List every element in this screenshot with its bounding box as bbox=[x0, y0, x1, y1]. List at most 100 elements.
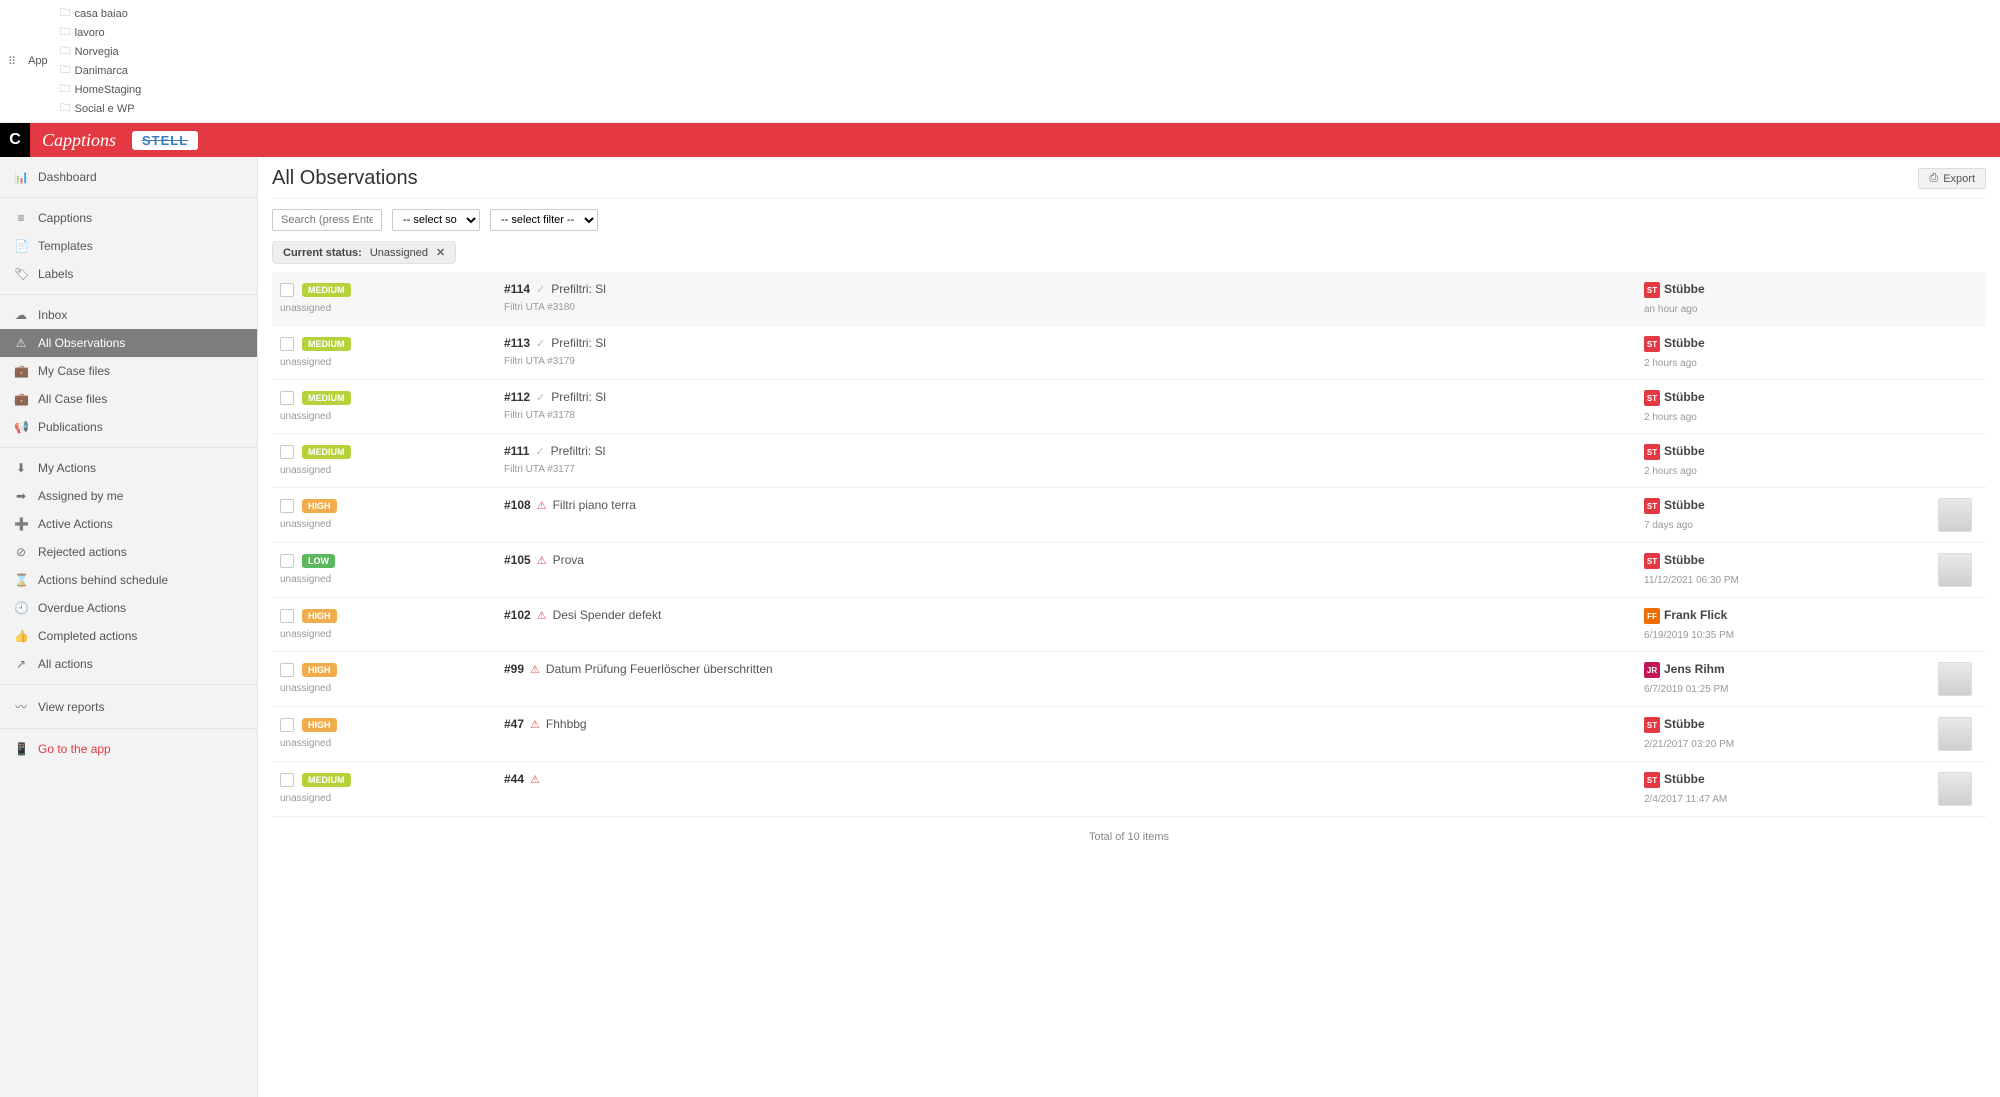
observation-id: #113 bbox=[504, 336, 530, 350]
sidebar-item-rejected-actions[interactable]: ⊘Rejected actions bbox=[0, 538, 257, 566]
observation-row[interactable]: HIGHunassigned#102⚠Desi Spender defektFF… bbox=[272, 598, 1986, 652]
author-name: Stübbe bbox=[1664, 282, 1705, 296]
author-avatar: ST bbox=[1644, 444, 1660, 460]
observation-row[interactable]: MEDIUMunassigned#111✓Prefiltri: SlFiltri… bbox=[272, 434, 1986, 488]
export-button[interactable]: ⎙ Export bbox=[1918, 168, 1986, 189]
nav-icon: ☁ bbox=[14, 308, 28, 322]
bookmark-folder[interactable]: 🗀 lavoro bbox=[60, 23, 142, 42]
observation-row[interactable]: LOWunassigned#105⚠ProvaSTStübbe11/12/202… bbox=[272, 543, 1986, 598]
thumbnail[interactable] bbox=[1938, 772, 1972, 806]
assigned-label: unassigned bbox=[280, 357, 490, 368]
sidebar-item-templates[interactable]: 📄Templates bbox=[0, 232, 257, 260]
row-checkbox[interactable] bbox=[280, 283, 294, 297]
sidebar-item-go-to-the-app[interactable]: 📱Go to the app bbox=[0, 735, 257, 763]
row-checkbox[interactable] bbox=[280, 663, 294, 677]
folder-icon: 🗀 bbox=[60, 61, 71, 80]
nav-icon: ⌛ bbox=[14, 573, 28, 587]
sidebar-item-actions-behind-schedule[interactable]: ⌛Actions behind schedule bbox=[0, 566, 257, 594]
timestamp: 7 days ago bbox=[1644, 520, 1705, 531]
row-checkbox[interactable] bbox=[280, 337, 294, 351]
observation-row[interactable]: HIGHunassigned#108⚠Filtri piano terraSTS… bbox=[272, 488, 1986, 543]
row-checkbox[interactable] bbox=[280, 718, 294, 732]
nav-icon: 📢 bbox=[14, 420, 28, 434]
observation-title: Fhhbbg bbox=[546, 717, 587, 731]
timestamp: 11/12/2021 06:30 PM bbox=[1644, 575, 1739, 586]
sidebar-item-labels[interactable]: 🏷Labels bbox=[0, 260, 257, 288]
sidebar-item-all-observations[interactable]: ⚠All Observations bbox=[0, 329, 257, 357]
bookmark-app[interactable]: App bbox=[28, 55, 48, 67]
author-avatar: ST bbox=[1644, 282, 1660, 298]
thumbnail[interactable] bbox=[1938, 553, 1972, 587]
author-avatar: JR bbox=[1644, 662, 1660, 678]
nav-icon: 📊 bbox=[14, 170, 28, 184]
filter-select[interactable]: -- select filter -- bbox=[490, 209, 598, 231]
sidebar-item-view-reports[interactable]: 〰View reports bbox=[0, 691, 257, 722]
row-checkbox[interactable] bbox=[280, 391, 294, 405]
row-checkbox[interactable] bbox=[280, 499, 294, 513]
assigned-label: unassigned bbox=[280, 793, 490, 804]
observation-title: Prefiltri: Sl bbox=[551, 336, 606, 350]
folder-icon: 🗀 bbox=[60, 42, 71, 61]
thumbnail[interactable] bbox=[1938, 717, 1972, 751]
remove-filter-icon[interactable]: ✕ bbox=[436, 246, 445, 259]
sidebar-item-overdue-actions[interactable]: 🕘Overdue Actions bbox=[0, 594, 257, 622]
sidebar-item-my-case-files[interactable]: 💼My Case files bbox=[0, 357, 257, 385]
timestamp: 2 hours ago bbox=[1644, 466, 1705, 477]
observation-row[interactable]: HIGHunassigned#47⚠FhhbbgSTStübbe2/21/201… bbox=[272, 707, 1986, 762]
priority-badge: MEDIUM bbox=[302, 337, 351, 351]
observation-id: #99 bbox=[504, 662, 524, 676]
brand-mark[interactable]: C bbox=[0, 123, 30, 157]
author-avatar: ST bbox=[1644, 553, 1660, 569]
thumbnail[interactable] bbox=[1938, 498, 1972, 532]
search-input[interactable] bbox=[272, 209, 382, 231]
bookmarks-bar: ⠿ App 🗀 casa baiao 🗀 lavoro 🗀 Norvegia 🗀… bbox=[0, 0, 2000, 123]
author-name: Stübbe bbox=[1664, 772, 1705, 786]
bookmark-folder[interactable]: 🗀 casa baiao bbox=[60, 4, 142, 23]
sidebar-item-active-actions[interactable]: ➕Active Actions bbox=[0, 510, 257, 538]
sidebar-item-assigned-by-me[interactable]: ➡Assigned by me bbox=[0, 482, 257, 510]
nav-icon: 🕘 bbox=[14, 601, 28, 615]
sort-select[interactable]: -- select so bbox=[392, 209, 480, 231]
thumbnail[interactable] bbox=[1938, 662, 1972, 696]
row-checkbox[interactable] bbox=[280, 609, 294, 623]
bookmark-folder[interactable]: 🗀 Social e WP bbox=[60, 99, 142, 118]
sidebar-item-label: Inbox bbox=[38, 308, 67, 322]
observation-title: Prova bbox=[553, 553, 584, 567]
sidebar-item-my-actions[interactable]: ⬇My Actions bbox=[0, 454, 257, 482]
observation-row[interactable]: MEDIUMunassigned#113✓Prefiltri: SlFiltri… bbox=[272, 326, 1986, 380]
check-icon: ✓ bbox=[536, 392, 545, 404]
sidebar-item-label: Go to the app bbox=[38, 742, 111, 756]
priority-badge: HIGH bbox=[302, 499, 337, 513]
timestamp: 2/4/2017 11:47 AM bbox=[1644, 794, 1727, 805]
apps-icon[interactable]: ⠿ bbox=[8, 55, 16, 68]
totals-label: Total of 10 items bbox=[272, 817, 1986, 857]
bookmark-folder[interactable]: 🗀 Danimarca bbox=[60, 61, 142, 80]
sidebar-item-label: My Actions bbox=[38, 461, 96, 475]
row-checkbox[interactable] bbox=[280, 445, 294, 459]
sidebar-item-all-actions[interactable]: ↗All actions bbox=[0, 650, 257, 678]
sidebar-item-completed-actions[interactable]: 👍Completed actions bbox=[0, 622, 257, 650]
sidebar-item-publications[interactable]: 📢 Publications bbox=[0, 413, 257, 441]
observation-row[interactable]: MEDIUMunassigned#114✓Prefiltri: SlFiltri… bbox=[272, 272, 1986, 326]
sidebar-item-label: Publications bbox=[38, 420, 103, 434]
partner-logo[interactable]: STELL bbox=[132, 131, 198, 150]
observation-row[interactable]: MEDIUMunassigned#44⚠STStübbe2/4/2017 11:… bbox=[272, 762, 1986, 817]
row-checkbox[interactable] bbox=[280, 554, 294, 568]
observation-row[interactable]: HIGHunassigned#99⚠Datum Prüfung Feuerlös… bbox=[272, 652, 1986, 707]
observation-id: #111 bbox=[504, 444, 529, 458]
sidebar-item-inbox[interactable]: ☁ Inbox bbox=[0, 301, 257, 329]
author-name: Stübbe bbox=[1664, 553, 1705, 567]
assigned-label: unassigned bbox=[280, 303, 490, 314]
sidebar-item-capptions[interactable]: ≡Capptions bbox=[0, 204, 257, 232]
warning-icon: ⚠ bbox=[530, 664, 540, 676]
bookmark-folder[interactable]: 🗀 HomeStaging bbox=[60, 80, 142, 99]
observations-list: MEDIUMunassigned#114✓Prefiltri: SlFiltri… bbox=[272, 272, 1986, 817]
bookmark-folder[interactable]: 🗀 Norvegia bbox=[60, 42, 142, 61]
nav-icon: ➕ bbox=[14, 517, 28, 531]
row-checkbox[interactable] bbox=[280, 773, 294, 787]
sidebar-item-all-case-files[interactable]: 💼All Case files bbox=[0, 385, 257, 413]
observation-row[interactable]: MEDIUMunassigned#112✓Prefiltri: SlFiltri… bbox=[272, 380, 1986, 434]
brand-name[interactable]: Capptions bbox=[30, 130, 128, 151]
sidebar-item-dashboard[interactable]: 📊Dashboard bbox=[0, 163, 257, 191]
author-name: Jens Rihm bbox=[1664, 662, 1725, 676]
